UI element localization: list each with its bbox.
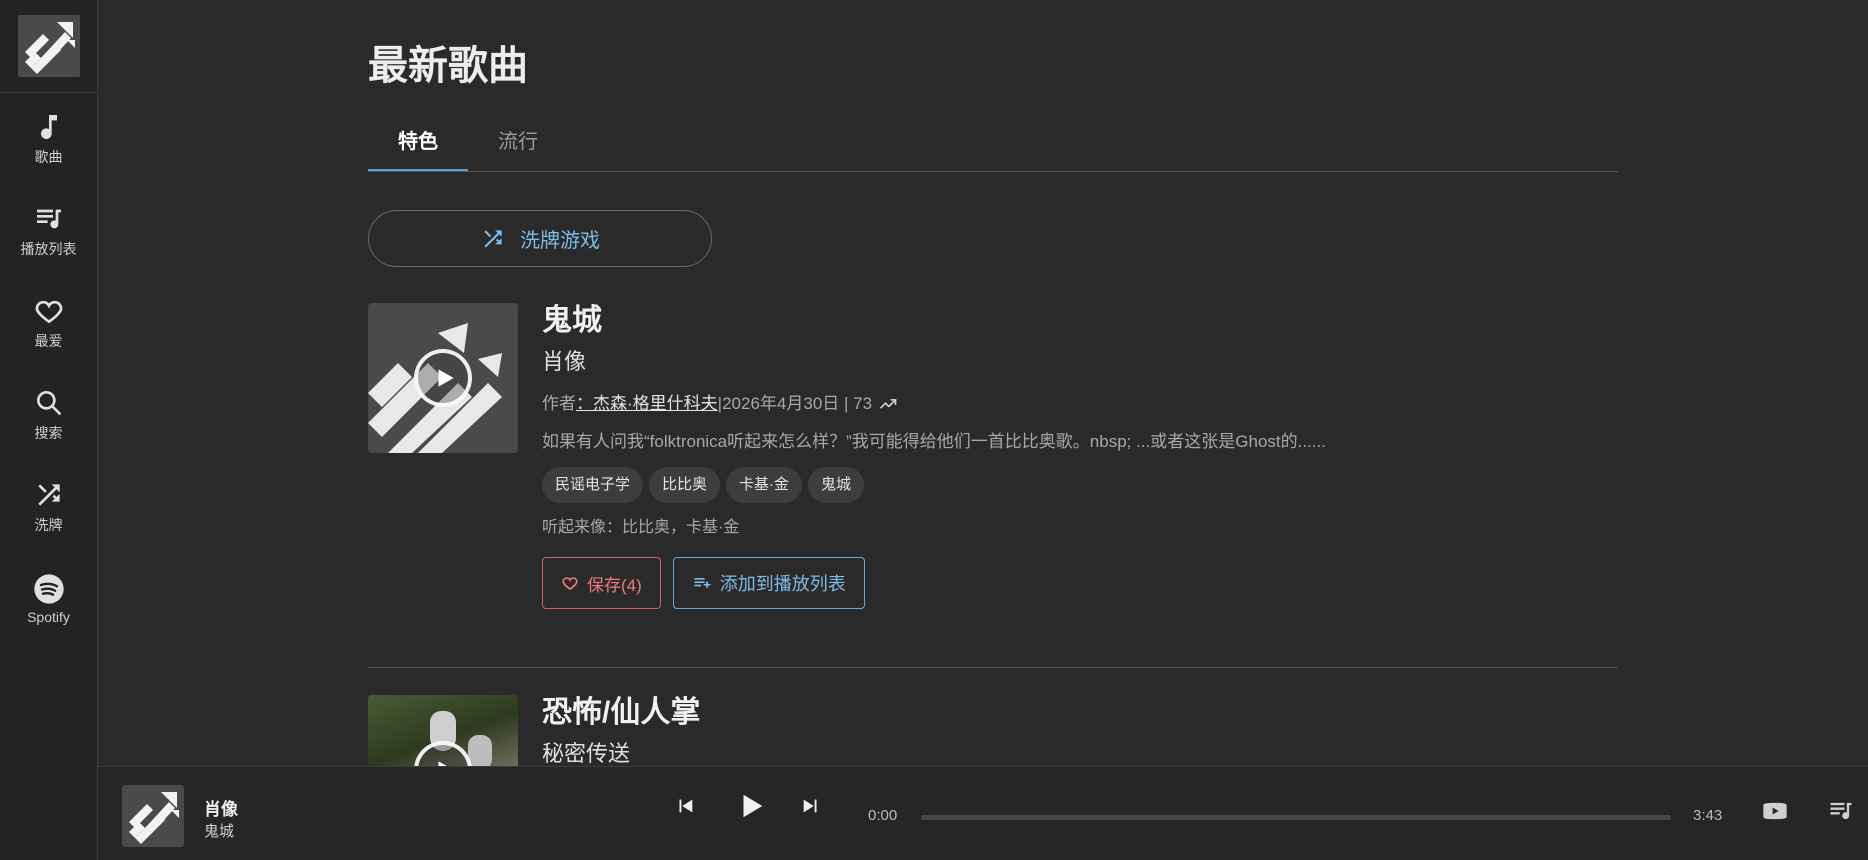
tag[interactable]: 卡基·金 <box>726 467 803 503</box>
play-icon <box>438 761 447 766</box>
player-track-album: 鬼城 <box>204 823 235 840</box>
shuffle-play-button[interactable]: 洗牌游戏 <box>368 210 712 267</box>
trending-icon <box>879 399 897 409</box>
song-title[interactable]: 恐怖/仙人掌 <box>542 695 1612 731</box>
meta-details: |2026年4月30日 | 73 <box>717 394 873 413</box>
player-track-title: 肖像 <box>204 800 238 819</box>
sidebar-item-favorites[interactable]: 最爱 <box>0 277 97 369</box>
youtube-button[interactable] <box>1761 797 1789 830</box>
save-label: 保存(4) <box>587 575 642 595</box>
app-logo[interactable] <box>17 15 80 77</box>
heart-icon <box>562 577 578 590</box>
current-time: 0:00 <box>868 807 898 824</box>
play-overlay-button[interactable] <box>414 741 472 766</box>
album-art[interactable] <box>368 695 518 766</box>
sidebar-item-label: 歌曲 <box>34 149 63 165</box>
tab-popular[interactable]: 流行 <box>468 114 568 171</box>
album-art[interactable] <box>368 303 518 453</box>
sidebar-item-label: 最爱 <box>34 333 63 349</box>
sidebar-item-shuffle[interactable]: 洗牌 <box>0 461 97 553</box>
queue-button[interactable] <box>1827 797 1855 830</box>
skip-previous-icon <box>679 799 693 813</box>
song-actions: 保存(4) 添加到播放列表 <box>542 557 1612 609</box>
progress-bar[interactable] <box>921 815 1671 820</box>
tab-bar: 特色 流行 <box>368 114 1618 172</box>
playlist-add-icon <box>694 578 711 588</box>
shuffle-play-label: 洗牌游戏 <box>520 230 600 252</box>
sidebar-item-playlists[interactable]: 播放列表 <box>0 185 97 277</box>
tag[interactable]: 鬼城 <box>808 467 865 503</box>
shuffle-icon <box>37 484 60 506</box>
sidebar: 歌曲 播放列表 最爱 搜索 洗牌 Spotify <box>0 0 98 860</box>
sidebar-item-search[interactable]: 搜索 <box>0 369 97 461</box>
play-overlay-button[interactable] <box>414 349 472 407</box>
tag-list: 民谣电子学 比比奥 卡基·金 鬼城 <box>542 467 1612 503</box>
tag[interactable]: 民谣电子学 <box>542 467 644 503</box>
play-button[interactable] <box>736 791 766 826</box>
tab-featured[interactable]: 特色 <box>368 114 468 171</box>
save-button[interactable]: 保存(4) <box>542 557 661 609</box>
logo-area <box>0 0 97 93</box>
player-bar: 肖像 鬼城 0:00 3:43 <box>98 766 1868 860</box>
heart-icon <box>35 300 62 324</box>
sidebar-item-songs[interactable]: 歌曲 <box>0 93 97 185</box>
sidebar-item-label: 洗牌 <box>34 517 63 533</box>
song-card: 恐怖/仙人掌 秘密传送 <box>368 695 1618 766</box>
playlist-icon <box>36 209 61 229</box>
add-to-playlist-button[interactable]: 添加到播放列表 <box>672 557 865 609</box>
spotify-icon <box>33 574 64 604</box>
sounds-like: 听起来像：比比奥，卡基·金 <box>542 519 740 536</box>
music-note-icon <box>40 115 57 140</box>
song-description: 如果有人问我“folktronica听起来怎么样？”我可能得给他们一首比比奥歌。… <box>542 432 1326 451</box>
author-link[interactable]: ：杰森·格里什科夫 <box>576 393 718 415</box>
shuffle-icon <box>484 229 502 248</box>
previous-button[interactable] <box>674 795 696 822</box>
player-album-art[interactable] <box>122 785 184 847</box>
next-button[interactable] <box>800 795 822 822</box>
song-title[interactable]: 鬼城 <box>542 303 1612 339</box>
sidebar-item-label: 播放列表 <box>20 241 77 257</box>
skip-next-icon <box>803 799 817 813</box>
song-album: 肖像 <box>542 349 587 374</box>
album-art-figure <box>468 735 492 766</box>
add-to-playlist-label: 添加到播放列表 <box>719 574 846 594</box>
play-icon <box>743 794 763 818</box>
play-icon <box>438 369 454 387</box>
search-icon <box>36 391 61 416</box>
page-title: 最新歌曲 <box>368 44 528 88</box>
tag[interactable]: 比比奥 <box>649 467 721 503</box>
song-meta: 作者 ：杰森·格里什科夫 |2026年4月30日 | 73 <box>542 393 1612 415</box>
sidebar-item-label: Spotify <box>27 609 70 625</box>
sidebar-item-spotify[interactable]: Spotify <box>0 553 97 645</box>
main-content: 最新歌曲 特色 流行 洗牌游戏 鬼城 肖像 作者 ：杰森·格里什科夫 |2026… <box>98 0 1868 766</box>
youtube-icon <box>1763 802 1787 820</box>
song-card: 鬼城 肖像 作者 ：杰森·格里什科夫 |2026年4月30日 | 73 如果有人… <box>368 303 1618 668</box>
total-time: 3:43 <box>1693 807 1723 824</box>
sidebar-item-label: 搜索 <box>34 425 63 441</box>
author-prefix: 作者 <box>542 394 576 413</box>
playlist-icon <box>1830 802 1852 820</box>
song-album: 秘密传送 <box>542 741 631 766</box>
